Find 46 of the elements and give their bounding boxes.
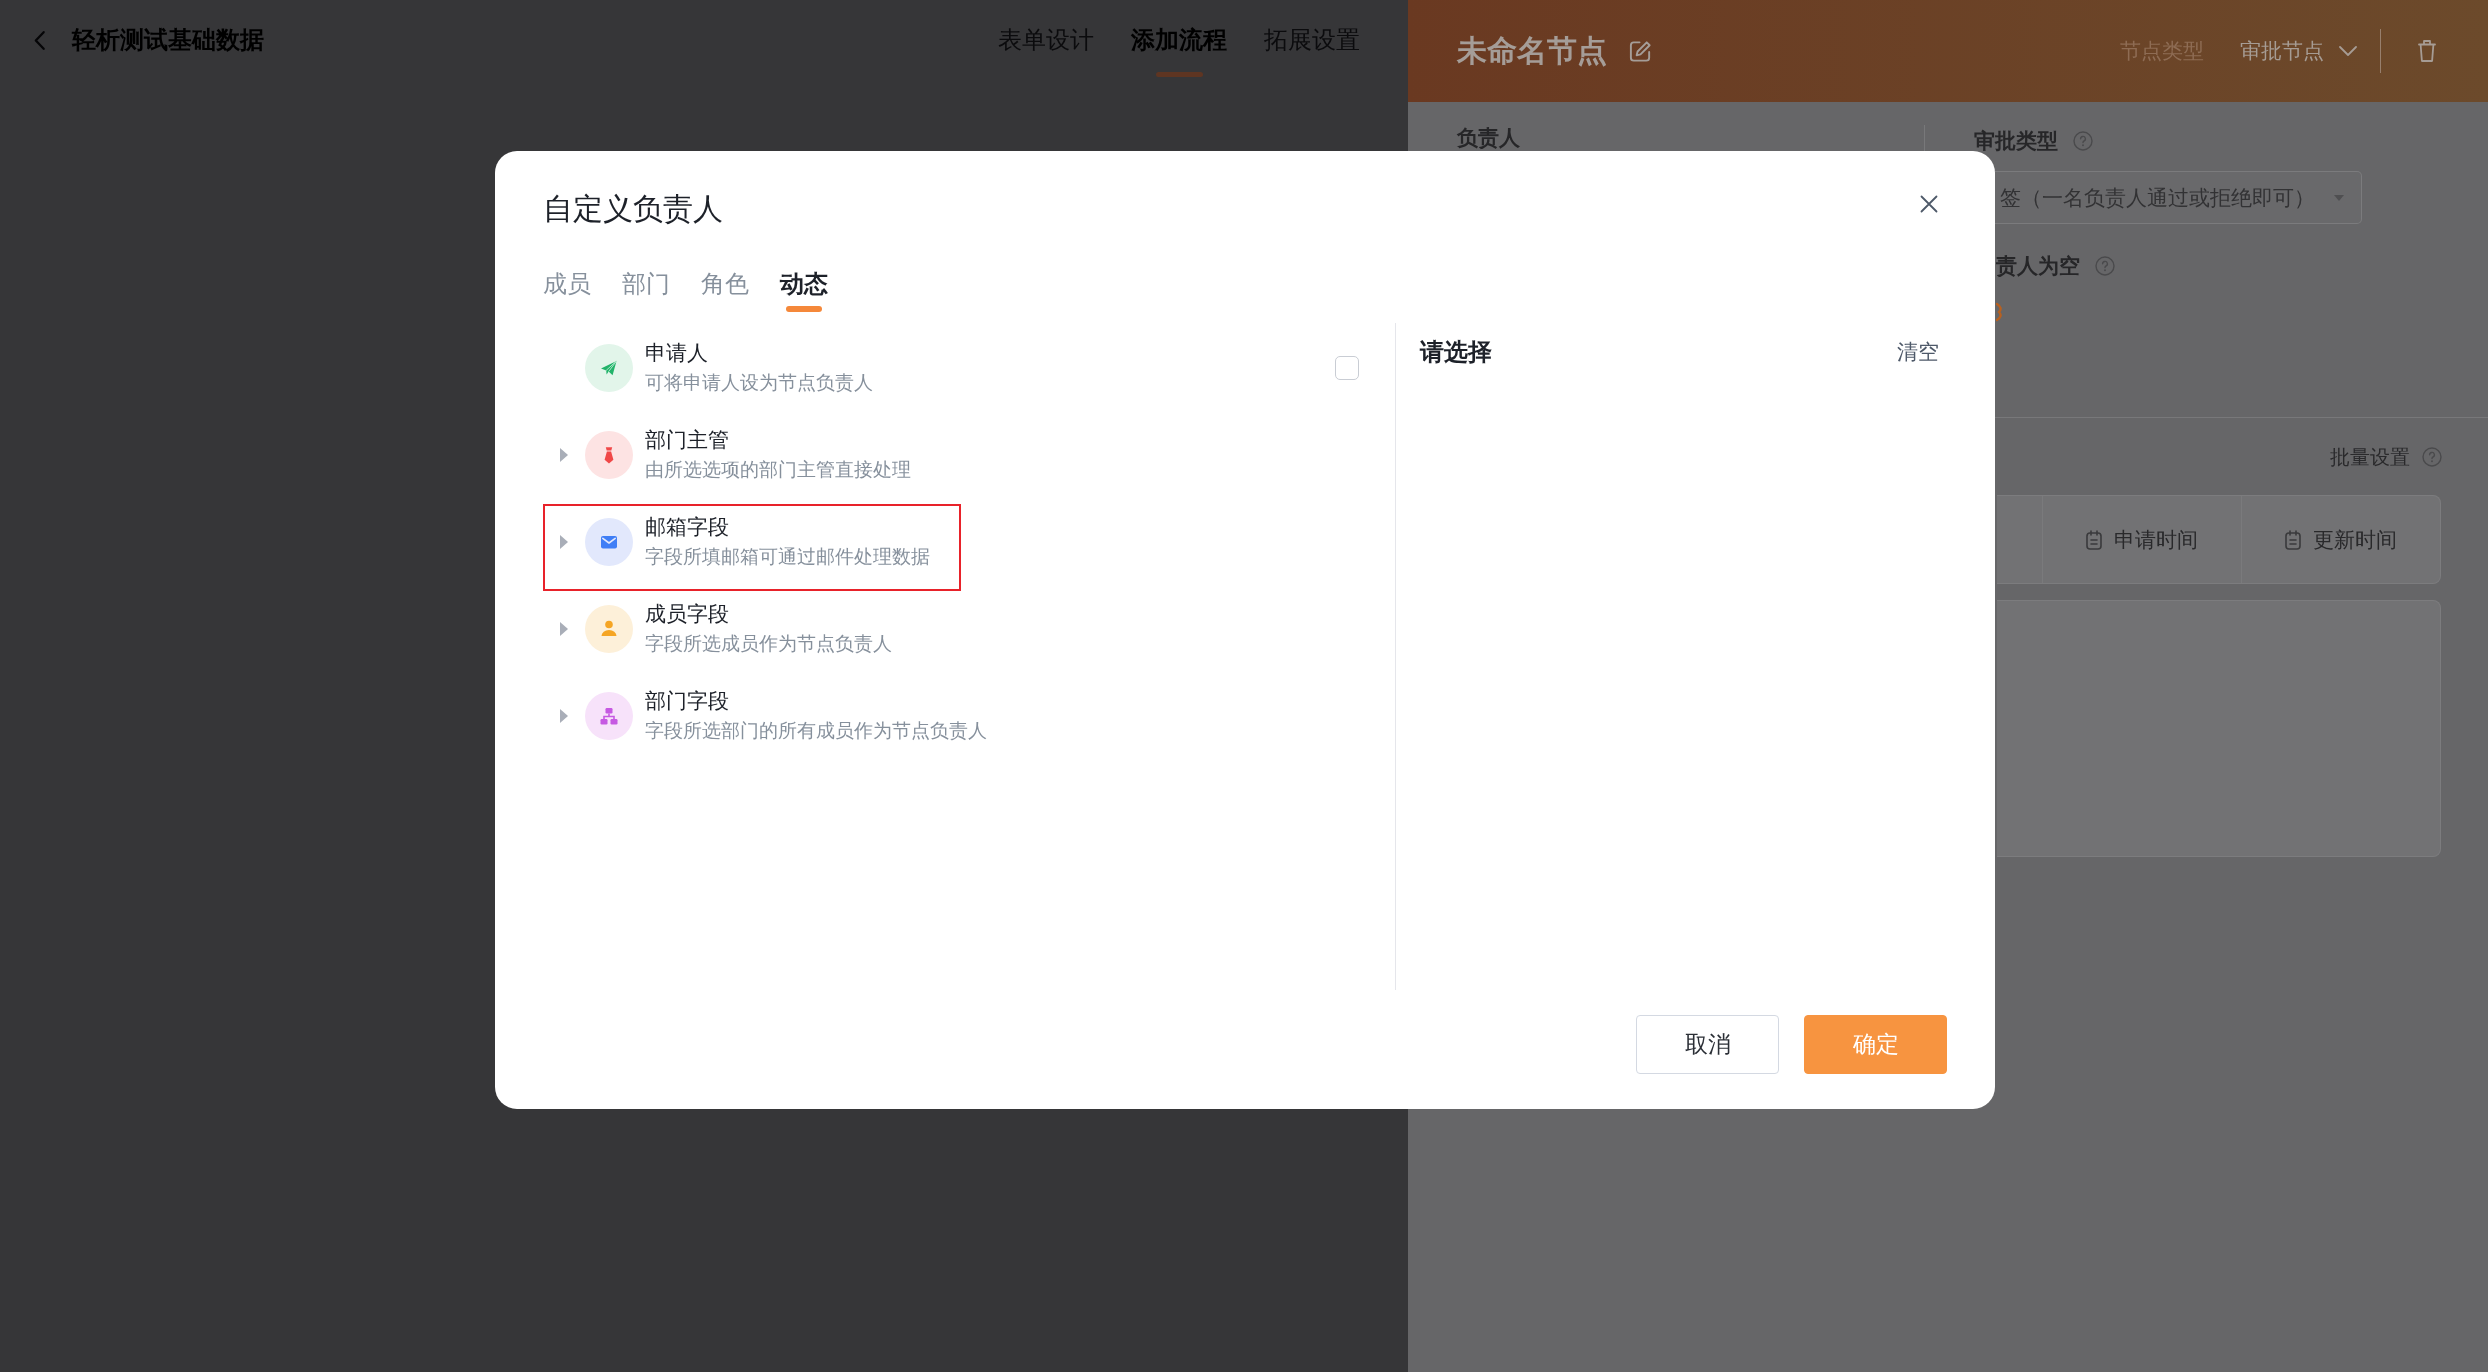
trash-icon[interactable]: [2417, 38, 2437, 64]
option-item[interactable]: 申请人 可将申请人设为节点负责人: [543, 330, 904, 417]
node-title: 未命名节点: [1457, 31, 1607, 70]
caret-icon[interactable]: [560, 622, 568, 636]
org-chart-icon: [585, 692, 633, 740]
field-label: 审批类型: [1974, 129, 2058, 153]
confirm-button[interactable]: 确定: [1804, 1015, 1947, 1074]
calendar-icon: [2086, 529, 2102, 550]
calendar-icon: [2285, 529, 2301, 550]
tab[interactable]: 角色: [701, 267, 749, 312]
help-icon[interactable]: [2073, 131, 2093, 151]
tie-icon: [585, 431, 633, 479]
option-item[interactable]: 邮箱字段 字段所填邮箱可通过邮件处理数据: [543, 504, 961, 591]
tab[interactable]: 动态: [780, 267, 828, 312]
app-title: 轻析测试基础数据: [72, 25, 264, 56]
help-icon[interactable]: [2095, 256, 2115, 276]
checkbox[interactable]: [1335, 356, 1359, 380]
cancel-button[interactable]: 取消: [1636, 1015, 1779, 1074]
caret-icon[interactable]: [560, 709, 568, 723]
arc-fragment-icon: [1996, 302, 2004, 322]
back-icon[interactable]: [33, 29, 46, 51]
caret-icon[interactable]: [560, 535, 568, 549]
caret-icon[interactable]: [560, 448, 568, 462]
column-header: 申请时间: [2114, 526, 2198, 554]
close-icon[interactable]: [1920, 195, 1938, 213]
help-icon[interactable]: [2422, 447, 2442, 467]
paper-plane-icon: [585, 344, 633, 392]
selection-title: 请选择: [1420, 337, 1492, 368]
tab[interactable]: 添加流程: [1131, 0, 1227, 80]
option-item[interactable]: 成员字段 字段所选成员作为节点负责人: [543, 591, 923, 678]
node-type-dropdown[interactable]: 审批节点: [2240, 37, 2357, 65]
edit-icon[interactable]: [1628, 38, 1653, 64]
dropdown-caret-icon: [2334, 194, 2344, 201]
tab[interactable]: 部门: [622, 267, 670, 312]
field-label: 负责人: [1457, 126, 1520, 150]
option-item[interactable]: 部门字段 字段所选部门的所有成员作为节点负责人: [543, 678, 1018, 765]
batch-settings-link[interactable]: 批量设置: [2330, 445, 2410, 469]
column-header: 更新时间: [2313, 526, 2397, 554]
clear-link[interactable]: 清空: [1897, 338, 1939, 366]
option-item[interactable]: 部门主管 由所选选项的部门主管直接处理: [543, 417, 942, 504]
chevron-down-icon: [2339, 46, 2357, 56]
person-icon: [585, 605, 633, 653]
envelope-icon: [585, 518, 633, 566]
tab[interactable]: 成员: [543, 267, 591, 312]
dialog-title: 自定义负责人: [543, 190, 723, 228]
field-label: 责人为空: [1996, 254, 2080, 278]
